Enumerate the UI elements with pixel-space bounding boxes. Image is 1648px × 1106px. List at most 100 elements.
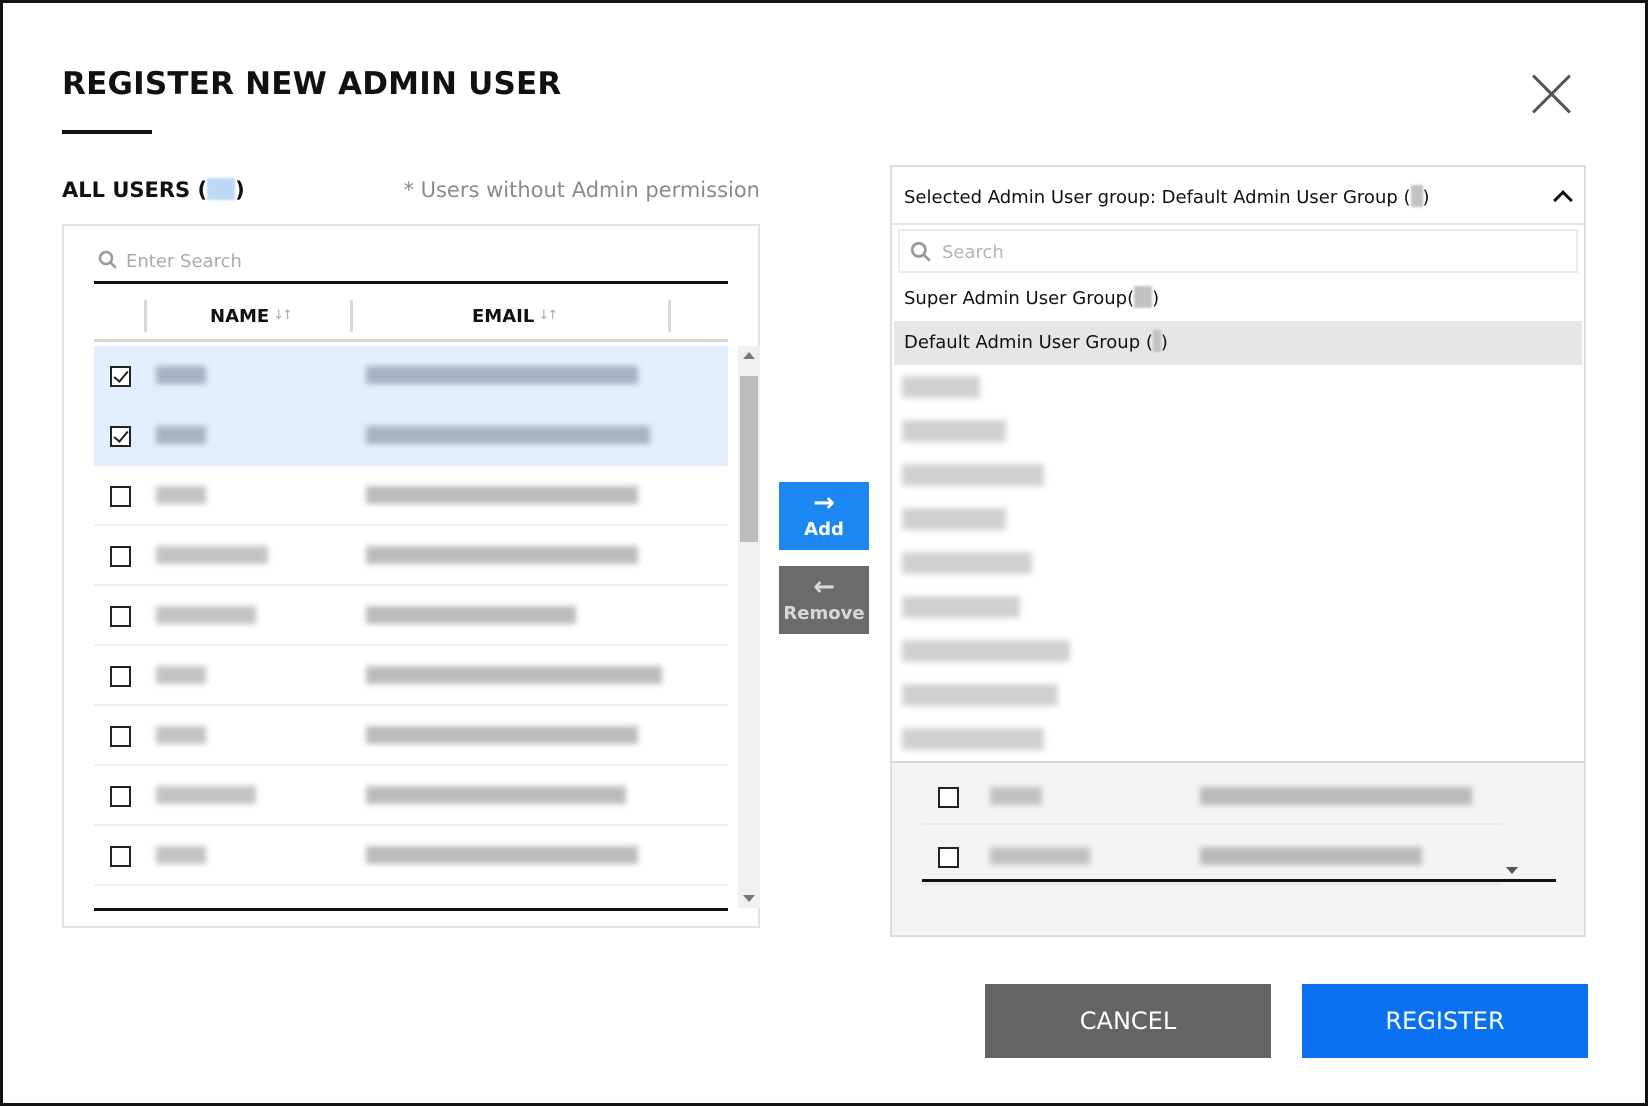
option-default-admin-group[interactable]: Default Admin User Group () [894, 321, 1582, 365]
row-checkbox[interactable] [938, 847, 959, 868]
option-label: Default Admin User Group ( [904, 332, 1153, 353]
user-email-redacted [366, 366, 638, 384]
search-icon [910, 241, 931, 262]
option-redacted-text [902, 596, 1020, 618]
table-row[interactable] [922, 767, 1502, 825]
option-label-suffix: ) [1152, 288, 1160, 309]
option-count [1152, 330, 1161, 352]
search-icon [98, 250, 117, 269]
user-email-redacted [366, 606, 576, 624]
sort-arrows-icon[interactable]: ↓↑ [538, 308, 558, 323]
option-redacted[interactable] [894, 629, 1582, 673]
option-redacted[interactable] [894, 717, 1582, 761]
table-row[interactable] [94, 526, 728, 586]
user-email-redacted [366, 786, 626, 804]
user-search-input[interactable] [126, 246, 716, 276]
admin-group-dropdown[interactable]: Selected Admin User group: Default Admin… [892, 167, 1584, 225]
user-email-redacted [1200, 787, 1472, 805]
selected-group-count [1410, 185, 1423, 207]
option-redacted-text [902, 728, 1044, 750]
column-divider [144, 300, 147, 332]
option-redacted[interactable] [894, 497, 1582, 541]
option-redacted-text [902, 640, 1070, 662]
table-row[interactable] [94, 646, 728, 706]
row-checkbox[interactable] [938, 787, 959, 808]
option-redacted[interactable] [894, 541, 1582, 585]
dialog-title: REGISTER NEW ADMIN USER [62, 66, 562, 102]
table-row[interactable] [94, 466, 728, 526]
option-redacted[interactable] [894, 409, 1582, 453]
row-checkbox[interactable] [110, 786, 131, 807]
name-column-header[interactable]: NAME ↓↑ [210, 306, 293, 327]
row-checkbox[interactable] [110, 666, 131, 687]
remove-button[interactable]: ← Remove [779, 566, 869, 634]
row-checkbox[interactable] [110, 606, 131, 627]
remove-button-label: Remove [783, 603, 865, 624]
user-name-redacted [156, 666, 206, 684]
selected-group-suffix: ) [1422, 187, 1430, 208]
option-redacted[interactable] [894, 453, 1582, 497]
column-divider [350, 300, 353, 332]
user-name-redacted [156, 426, 206, 444]
option-redacted-text [902, 552, 1032, 574]
register-button[interactable]: REGISTER [1302, 984, 1588, 1058]
option-redacted[interactable] [894, 365, 1582, 409]
email-column-header[interactable]: EMAIL ↓↑ [472, 306, 558, 327]
selected-group-text: Selected Admin User group: Default Admin… [904, 185, 1430, 208]
arrow-right-icon: → [813, 488, 835, 518]
chevron-up-icon[interactable] [1553, 190, 1573, 210]
table-row[interactable] [94, 406, 728, 466]
table-bottom-border [922, 879, 1556, 882]
scroll-thumb[interactable] [740, 376, 758, 542]
option-redacted[interactable] [894, 673, 1582, 717]
all-users-heading: ALL USERS () [62, 178, 245, 202]
option-redacted-text [902, 508, 1006, 530]
cancel-button[interactable]: CANCEL [985, 984, 1271, 1058]
row-checkbox[interactable] [110, 426, 131, 447]
row-checkbox[interactable] [110, 366, 131, 387]
option-redacted[interactable] [894, 585, 1582, 629]
option-count [1134, 286, 1153, 308]
group-search-input[interactable] [942, 237, 1562, 267]
row-checkbox[interactable] [110, 486, 131, 507]
user-search-bar [94, 240, 728, 284]
title-underline [62, 130, 152, 134]
all-users-label: ALL USERS ( [62, 178, 208, 202]
user-name-redacted [156, 786, 256, 804]
table-row[interactable] [922, 827, 1502, 885]
permission-note: * Users without Admin permission [403, 178, 760, 202]
close-icon[interactable] [1530, 72, 1574, 116]
scroll-up-icon[interactable] [743, 352, 755, 359]
group-search-bar [898, 229, 1578, 273]
user-name-redacted [156, 546, 268, 564]
users-table-body [94, 346, 728, 906]
user-email-redacted [366, 486, 638, 504]
table-row[interactable] [94, 586, 728, 646]
table-row[interactable] [94, 706, 728, 766]
table-row[interactable] [94, 826, 728, 886]
admin-group-panel: Selected Admin User group: Default Admin… [890, 165, 1586, 937]
option-redacted-text [902, 376, 980, 398]
option-super-admin-group[interactable]: Super Admin User Group() [894, 277, 1582, 321]
row-checkbox[interactable] [110, 546, 131, 567]
option-label-suffix: ) [1160, 332, 1168, 353]
scroll-down-icon[interactable] [743, 895, 755, 902]
user-name-redacted [156, 606, 256, 624]
table-row[interactable] [94, 766, 728, 826]
sort-arrows-icon[interactable]: ↓↑ [273, 308, 293, 323]
arrow-left-icon: ← [813, 572, 835, 602]
user-name-redacted [990, 787, 1042, 805]
name-column-label: NAME [210, 306, 270, 327]
user-email-redacted [366, 846, 638, 864]
row-checkbox[interactable] [110, 726, 131, 747]
admin-group-options: Super Admin User Group() Default Admin U… [892, 225, 1584, 763]
user-name-redacted [156, 846, 206, 864]
users-scrollbar[interactable] [738, 346, 760, 908]
scroll-down-icon[interactable] [1506, 867, 1518, 874]
table-row[interactable] [94, 346, 728, 406]
all-users-panel: NAME↓↑ EMAIL↓↑ [62, 224, 760, 928]
table-bottom-border [94, 908, 728, 911]
user-email-redacted [366, 426, 650, 444]
add-button[interactable]: → Add [779, 482, 869, 550]
row-checkbox[interactable] [110, 846, 131, 867]
